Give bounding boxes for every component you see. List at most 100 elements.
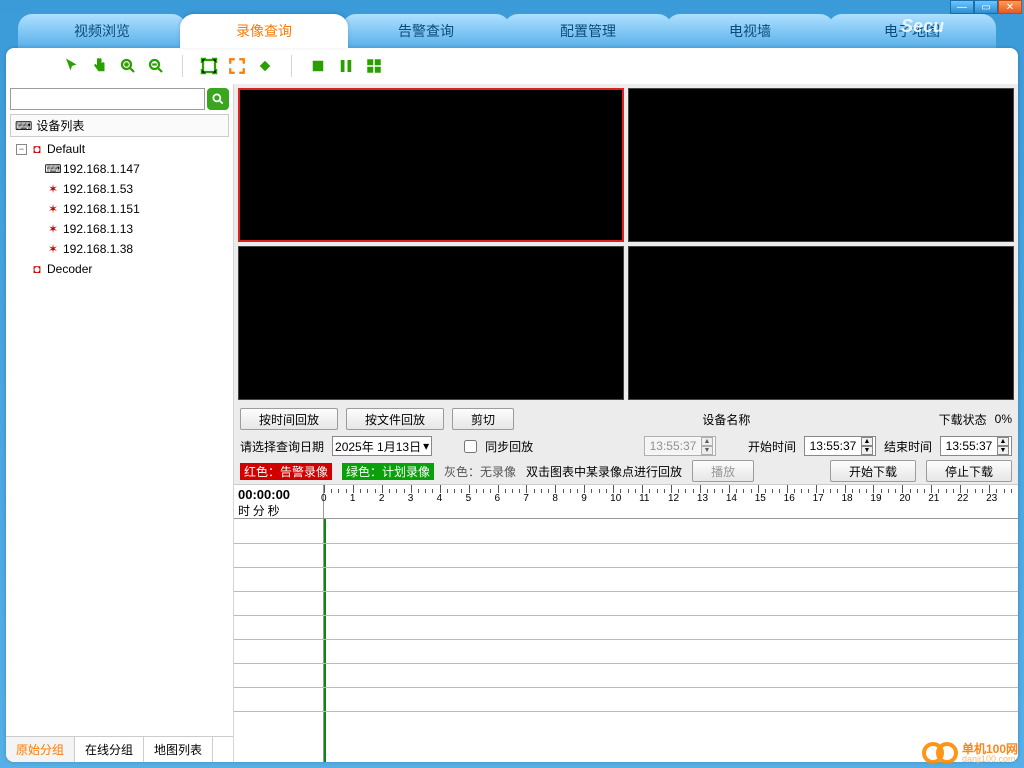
end-time-value[interactable]: [943, 439, 995, 453]
end-time-input[interactable]: ▲▼: [940, 436, 1012, 456]
device-status-icon: ⌨: [46, 162, 60, 176]
bottom-tab-original[interactable]: 原始分组: [6, 737, 75, 762]
search-input[interactable]: [10, 88, 205, 110]
download-status-label: 下载状态: [939, 411, 987, 428]
tree-device[interactable]: 192.168.1.38: [63, 242, 133, 256]
date-picker[interactable]: 2025年 1月13日 ▾: [332, 436, 432, 456]
group-icon: ◘: [30, 262, 44, 276]
spin-up-icon[interactable]: ▲: [701, 437, 713, 446]
stop-download-button[interactable]: 停止下载: [926, 460, 1012, 482]
toolbar: [6, 48, 1018, 84]
start-time-label: 开始时间: [748, 438, 796, 455]
bottom-tab-online[interactable]: 在线分组: [75, 737, 144, 762]
zoom-in-icon[interactable]: [116, 54, 140, 78]
time-input-1[interactable]: ▲▼: [644, 436, 716, 456]
device-status-icon: ✶: [46, 222, 60, 236]
legend-hint: 双击图表中某录像点进行回放: [526, 463, 682, 480]
spin-up-icon[interactable]: ▲: [861, 437, 873, 446]
tick-label: 13: [697, 493, 708, 504]
device-status-icon: ✶: [46, 242, 60, 256]
device-status-icon: ✶: [46, 202, 60, 216]
tick-label: 7: [523, 493, 529, 504]
tick-label: 4: [437, 493, 443, 504]
sync-playback-label: 同步回放: [485, 438, 533, 455]
spin-down-icon[interactable]: ▼: [701, 446, 713, 455]
bottom-tab-map[interactable]: 地图列表: [144, 737, 213, 762]
rotate-icon[interactable]: [253, 54, 277, 78]
spin-up-icon[interactable]: ▲: [997, 437, 1009, 446]
tree-device[interactable]: 192.168.1.53: [63, 182, 133, 196]
tick-label: 11: [639, 493, 649, 504]
playback-by-file-button[interactable]: 按文件回放: [346, 408, 444, 430]
video-cell-2[interactable]: [628, 88, 1014, 242]
tree-device[interactable]: 192.168.1.13: [63, 222, 133, 236]
tick-label: 14: [726, 493, 737, 504]
tick-label: 8: [552, 493, 558, 504]
tick-label: 20: [899, 493, 910, 504]
keyboard-icon: ⌨: [15, 119, 32, 133]
date-value: 2025年 1月13日: [335, 438, 421, 455]
timeline-units: 时 分 秒: [238, 502, 319, 519]
start-time-input[interactable]: ▲▼: [804, 436, 876, 456]
video-cell-1[interactable]: [238, 88, 624, 242]
fullscreen-icon[interactable]: [197, 54, 221, 78]
tab-config[interactable]: 配置管理: [504, 14, 672, 48]
video-grid: [234, 84, 1018, 404]
tick-label: 0: [321, 493, 327, 504]
calendar-dropdown-icon[interactable]: ▾: [423, 439, 429, 453]
tab-tv-wall[interactable]: 电视墙: [666, 14, 834, 48]
watermark-logo-icon: [922, 742, 958, 764]
playback-by-time-button[interactable]: 按时间回放: [240, 408, 338, 430]
video-cell-3[interactable]: [238, 246, 624, 400]
start-time-value[interactable]: [807, 439, 859, 453]
stop-icon[interactable]: [306, 54, 330, 78]
tick-label: 12: [668, 493, 679, 504]
group-icon: ◘: [30, 142, 44, 156]
pointer-tool-icon[interactable]: [60, 54, 84, 78]
tick-label: 5: [466, 493, 472, 504]
tick-label: 1: [350, 493, 356, 504]
tab-record-query[interactable]: 录像查询: [180, 14, 348, 48]
playhead[interactable]: [324, 519, 326, 762]
sidebar-bottom-tabs: 原始分组 在线分组 地图列表: [6, 736, 233, 762]
timeline-timecode: 00:00:00: [238, 487, 319, 502]
end-time-label: 结束时间: [884, 438, 932, 455]
timeline-ruler[interactable]: 01234567891011121314151617181920212223: [324, 485, 1018, 518]
timeline[interactable]: 00:00:00 时 分 秒 0123456789101112131415161…: [234, 484, 1018, 762]
download-status-value: 0%: [995, 412, 1012, 426]
cut-button[interactable]: 剪切: [452, 408, 514, 430]
tree-collapse-icon[interactable]: −: [16, 144, 27, 155]
tree-group-default[interactable]: Default: [47, 142, 85, 156]
video-cell-4[interactable]: [628, 246, 1014, 400]
sync-playback-checkbox[interactable]: [464, 440, 477, 453]
search-button[interactable]: [207, 88, 229, 110]
tick-label: 6: [495, 493, 501, 504]
tick-label: 16: [784, 493, 795, 504]
start-download-button[interactable]: 开始下载: [830, 460, 916, 482]
tick-label: 15: [755, 493, 766, 504]
pause-icon[interactable]: [334, 54, 358, 78]
device-name-label: 设备名称: [702, 411, 750, 428]
zoom-out-icon[interactable]: [144, 54, 168, 78]
device-list-label: 设备列表: [36, 117, 84, 134]
main-tabs: 视频浏览 录像查询 告警查询 配置管理 电视墙 电子地图 Secu: [0, 10, 1024, 48]
device-status-icon: ✶: [46, 182, 60, 196]
tree-decoder[interactable]: Decoder: [47, 262, 92, 276]
spin-down-icon[interactable]: ▼: [997, 446, 1009, 455]
tick-label: 9: [581, 493, 587, 504]
tree-device[interactable]: 192.168.1.147: [63, 162, 140, 176]
legend-green: 绿色：计划录像: [342, 463, 434, 480]
tick-label: 21: [928, 493, 939, 504]
hand-tool-icon[interactable]: [88, 54, 112, 78]
grid-layout-icon[interactable]: [362, 54, 386, 78]
tree-device[interactable]: 192.168.1.151: [63, 202, 140, 216]
fit-screen-icon[interactable]: [225, 54, 249, 78]
legend-gray: 灰色：无录像: [444, 463, 516, 480]
device-list-header: ⌨ 设备列表: [10, 114, 229, 137]
time-1-value: [647, 439, 699, 453]
tab-alarm-query[interactable]: 告警查询: [342, 14, 510, 48]
tab-video-browse[interactable]: 视频浏览: [18, 14, 186, 48]
spin-down-icon[interactable]: ▼: [861, 446, 873, 455]
brand-logo: Secu: [901, 16, 944, 37]
tick-label: 19: [870, 493, 881, 504]
